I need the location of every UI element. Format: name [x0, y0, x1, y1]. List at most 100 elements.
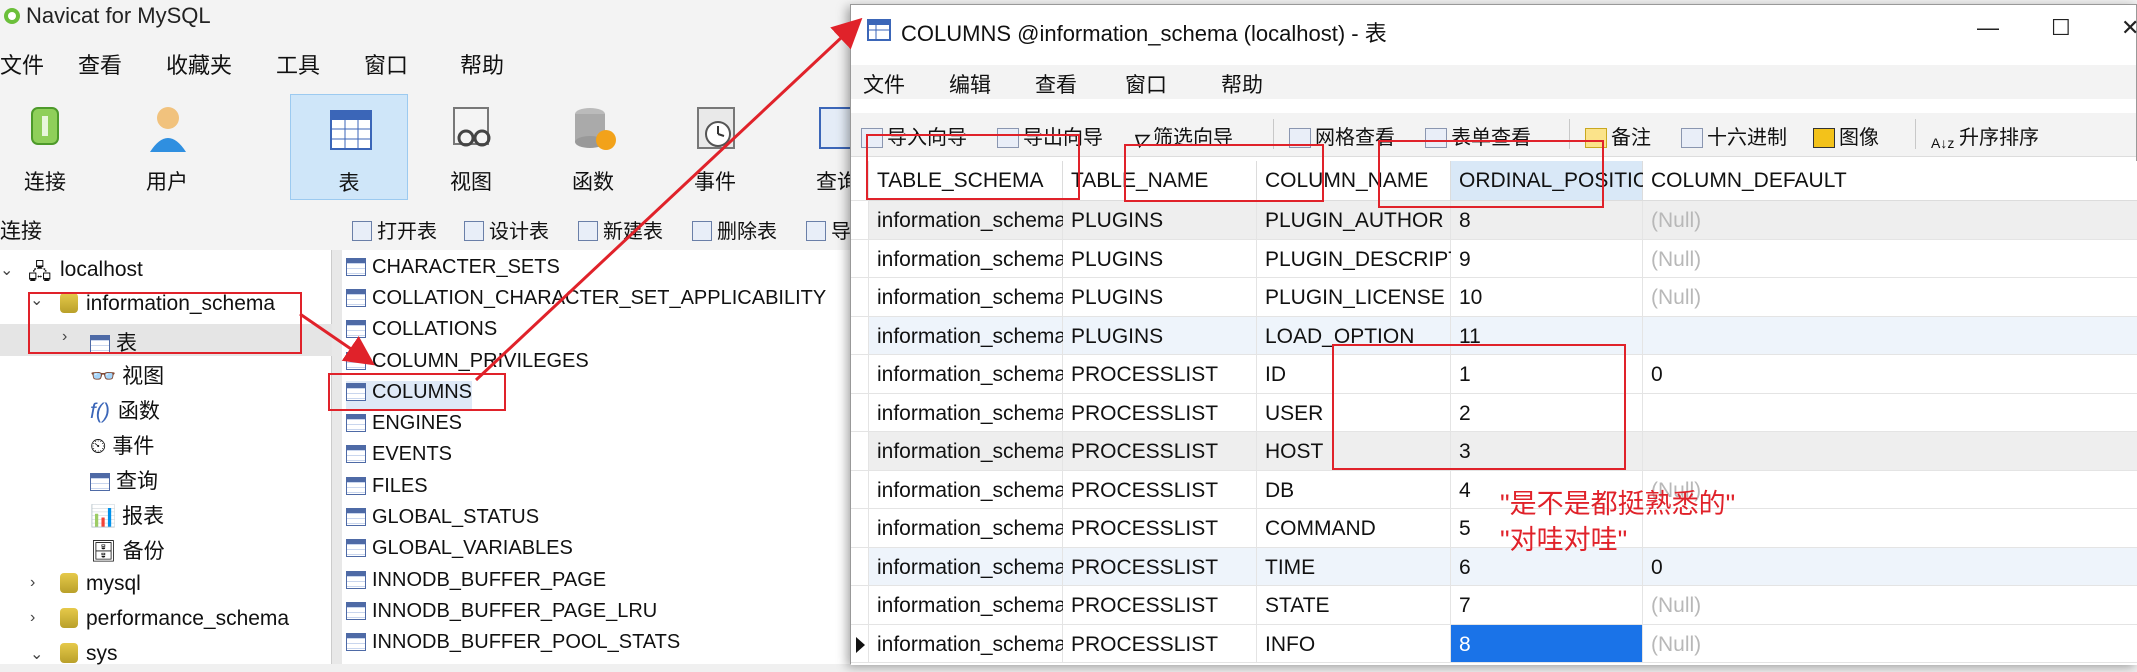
- grid-cell[interactable]: PLUGINS: [1063, 201, 1257, 240]
- menu-window[interactable]: 窗口: [364, 48, 408, 80]
- grid-cell[interactable]: PROCESSLIST: [1063, 547, 1257, 586]
- grid-cell[interactable]: information_schema: [869, 470, 1066, 509]
- object-item[interactable]: INNODB_BUFFER_PAGE: [346, 569, 606, 599]
- grid-cell[interactable]: STATE: [1257, 586, 1451, 625]
- menu-help[interactable]: 帮助: [1221, 69, 1263, 99]
- grid-cell[interactable]: PLUGINS: [1063, 239, 1257, 278]
- open-table-button[interactable]: 打开表: [352, 215, 437, 244]
- design-table-button[interactable]: 设计表: [464, 215, 549, 244]
- panel-splitter[interactable]: [332, 250, 342, 664]
- grid-cell[interactable]: PROCESSLIST: [1063, 393, 1257, 432]
- grid-cell[interactable]: PLUGIN_DESCRIPTION: [1257, 239, 1498, 278]
- maximize-button[interactable]: ☐: [2051, 15, 2071, 41]
- grid-cell[interactable]: 7: [1451, 586, 1643, 625]
- tree-item-queries[interactable]: 查询: [90, 465, 158, 497]
- grid-cell[interactable]: PROCESSLIST: [1063, 586, 1257, 625]
- row-indicator[interactable]: [851, 239, 869, 278]
- row-indicator[interactable]: [851, 432, 869, 471]
- grid-cell[interactable]: 8: [1451, 624, 1643, 663]
- row-indicator[interactable]: [851, 316, 869, 355]
- object-item[interactable]: GLOBAL_VARIABLES: [346, 537, 573, 567]
- grid-cell[interactable]: (Null): [1643, 201, 2137, 240]
- toolbar-connection-button[interactable]: 连接: [0, 94, 104, 200]
- grid-cell[interactable]: PROCESSLIST: [1063, 470, 1257, 509]
- toolbar-user-button[interactable]: 用户: [108, 94, 226, 200]
- row-indicator[interactable]: [851, 201, 869, 240]
- grid-cell[interactable]: [1643, 316, 2137, 355]
- columns-window-title-bar[interactable]: COLUMNS @information_schema (localhost) …: [851, 5, 2137, 57]
- grid-cell[interactable]: PROCESSLIST: [1063, 355, 1257, 394]
- grid-cell[interactable]: information_schema: [869, 201, 1066, 240]
- menu-tools[interactable]: 工具: [276, 48, 320, 80]
- grid-cell[interactable]: 0: [1643, 355, 2137, 394]
- hex-button[interactable]: 十六进制: [1681, 121, 1787, 150]
- toolbar-event-button[interactable]: 事件: [656, 94, 774, 200]
- menu-window[interactable]: 窗口: [1125, 69, 1167, 99]
- row-indicator[interactable]: [851, 509, 869, 548]
- minimize-button[interactable]: —: [1977, 15, 1999, 41]
- tree-item-reports[interactable]: 📊 报表: [90, 500, 164, 532]
- grid-cell[interactable]: PROCESSLIST: [1063, 624, 1257, 663]
- grid-cell[interactable]: information_schema: [869, 239, 1066, 278]
- tree-item-views[interactable]: 👓 视图: [90, 360, 164, 392]
- object-item[interactable]: INNODB_BUFFER_POOL_STATS: [346, 631, 680, 661]
- object-item[interactable]: EVENTS: [346, 443, 452, 473]
- close-button[interactable]: ✕: [2121, 15, 2137, 41]
- menu-favorites[interactable]: 收藏夹: [166, 48, 232, 80]
- grid-cell[interactable]: 10: [1451, 278, 1643, 317]
- menu-view[interactable]: 查看: [78, 48, 122, 80]
- grid-cell[interactable]: PLUGINS: [1063, 316, 1257, 355]
- object-item[interactable]: COLLATIONS: [346, 318, 497, 348]
- grid-cell[interactable]: information_schema: [869, 624, 1066, 663]
- grid-cell[interactable]: (Null): [1643, 278, 2137, 317]
- tree-item-backups[interactable]: 🗄 备份: [90, 535, 165, 567]
- toolbar-table-button[interactable]: 表: [290, 94, 408, 200]
- delete-table-button[interactable]: 删除表: [692, 215, 777, 244]
- object-item[interactable]: COLLATION_CHARACTER_SET_APPLICABILITY: [346, 287, 826, 317]
- object-item[interactable]: GLOBAL_STATUS: [346, 506, 539, 536]
- menu-help[interactable]: 帮助: [460, 48, 504, 80]
- image-button[interactable]: 图像: [1813, 121, 1879, 150]
- new-table-button[interactable]: 新建表: [578, 215, 663, 244]
- tree-item-functions[interactable]: f() 函数: [90, 395, 160, 427]
- menu-file[interactable]: 文件: [863, 69, 905, 99]
- grid-cell[interactable]: information_schema: [869, 509, 1066, 548]
- row-indicator[interactable]: [851, 470, 869, 509]
- grid-cell[interactable]: (Null): [1643, 239, 2137, 278]
- grid-cell[interactable]: information_schema: [869, 586, 1066, 625]
- grid-cell[interactable]: PROCESSLIST: [1063, 509, 1257, 548]
- grid-cell[interactable]: information_schema: [869, 355, 1066, 394]
- grid-cell[interactable]: PROCESSLIST: [1063, 432, 1257, 471]
- grid-cell[interactable]: [1643, 432, 2137, 471]
- grid-cell[interactable]: information_schema: [869, 393, 1066, 432]
- object-item[interactable]: FILES: [346, 475, 428, 505]
- grid-cell[interactable]: [1643, 393, 2137, 432]
- grid-cell[interactable]: (Null): [1643, 624, 2137, 663]
- row-indicator[interactable]: [851, 393, 869, 432]
- grid-cell[interactable]: information_schema: [869, 432, 1066, 471]
- object-item[interactable]: CHARACTER_SETS: [346, 256, 560, 286]
- column-header[interactable]: COLUMN_DEFAULT: [1643, 161, 2137, 201]
- grid-cell[interactable]: information_schema: [869, 278, 1066, 317]
- current-row-indicator-icon[interactable]: [851, 624, 869, 663]
- object-item[interactable]: INNODB_BUFFER_PAGE_LRU: [346, 600, 657, 630]
- grid-cell[interactable]: PLUGINS: [1063, 278, 1257, 317]
- object-item[interactable]: ENGINES: [346, 412, 462, 442]
- grid-cell[interactable]: TIME: [1257, 547, 1451, 586]
- sort-ascending-button[interactable]: A↓z 升序排序: [1931, 121, 2039, 155]
- row-indicator[interactable]: [851, 586, 869, 625]
- row-indicator[interactable]: [851, 278, 869, 317]
- menu-view[interactable]: 查看: [1035, 69, 1077, 99]
- grid-cell[interactable]: INFO: [1257, 624, 1451, 663]
- grid-cell[interactable]: COMMAND: [1257, 509, 1451, 548]
- menu-edit[interactable]: 编辑: [949, 69, 991, 99]
- tree-item-events[interactable]: ⏲ 事件: [90, 430, 154, 462]
- grid-cell[interactable]: 9: [1451, 239, 1643, 278]
- row-indicator[interactable]: [851, 547, 869, 586]
- grid-cell[interactable]: information_schema: [869, 316, 1066, 355]
- grid-cell[interactable]: information_schema: [869, 547, 1066, 586]
- import-button[interactable]: 导: [806, 215, 851, 244]
- grid-cell[interactable]: (Null): [1643, 586, 2137, 625]
- grid-cell[interactable]: DB: [1257, 470, 1451, 509]
- grid-cell[interactable]: PLUGIN_LICENSE: [1257, 278, 1451, 317]
